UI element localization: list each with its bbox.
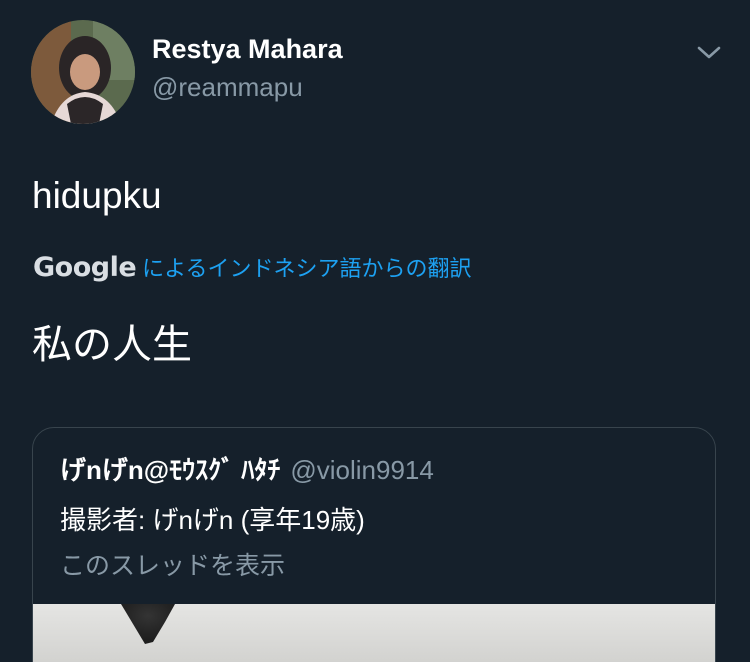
tweet-text: hidupku [32,175,162,216]
quoted-tweet-header: げnげn@ﾓｳｽｸﾞ ﾊﾀﾁ @violin9914 [60,450,434,487]
author-handle[interactable]: @reammapu [152,72,303,103]
show-thread-link[interactable]: このスレッドを表示 [60,546,285,582]
translation-attribution: Google によるインドネシア語からの翻訳 [33,249,472,285]
google-logo: Google [33,251,137,283]
quoted-tweet-text: 撮影者: げnげn (享年19歳) [60,505,365,535]
translated-text: 私の人生 [32,323,192,367]
avatar[interactable] [31,20,135,124]
quoted-author-name[interactable]: げnげn@ﾓｳｽｸﾞ ﾊﾀﾁ [60,455,280,485]
quoted-author-handle[interactable]: @violin9914 [290,455,433,485]
chevron-down-icon[interactable] [694,40,724,66]
quoted-media-preview[interactable] [33,604,715,662]
quoted-tweet-card[interactable]: げnげn@ﾓｳｽｸﾞ ﾊﾀﾁ @violin9914 撮影者: げnげn (享年1… [32,427,716,662]
avatar-image [31,20,135,124]
author-display-name[interactable]: Restya Mahara [152,34,343,65]
media-image [33,604,715,662]
translation-source-link[interactable]: によるインドネシア語からの翻訳 [142,251,471,283]
